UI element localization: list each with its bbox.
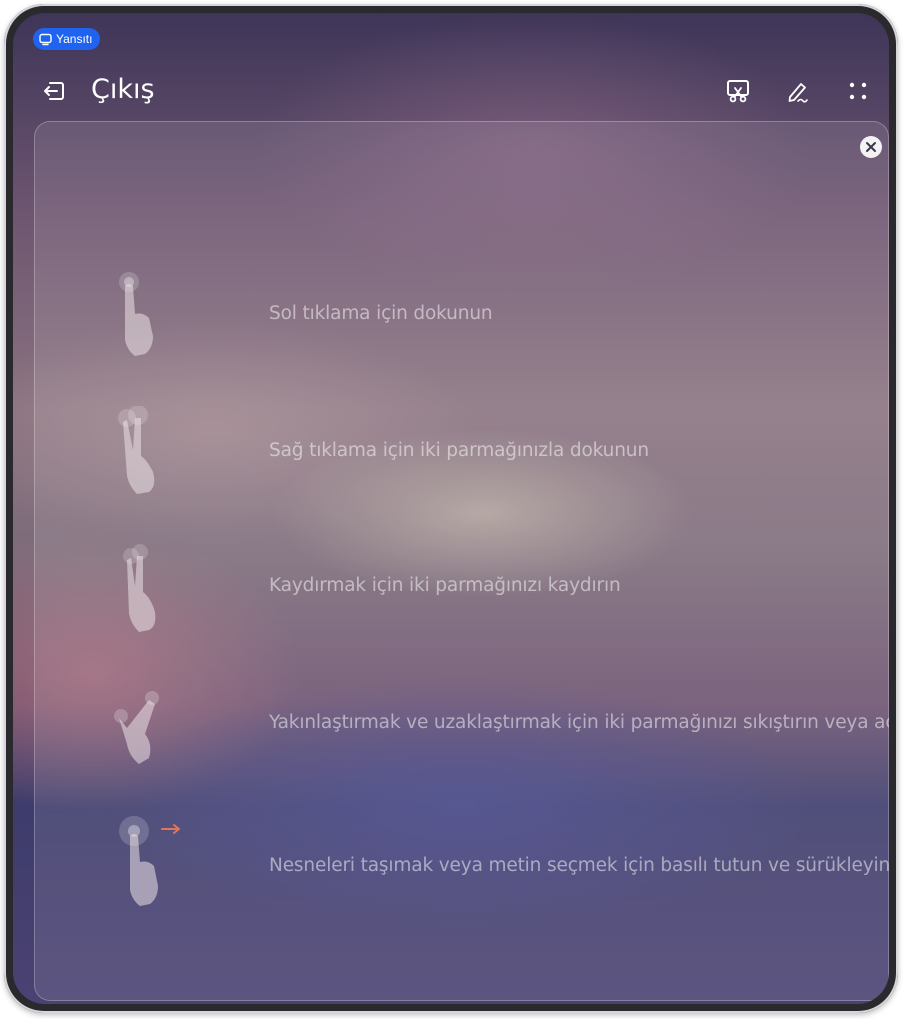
gesture-row-two-finger-tap: Sağ tıklama için iki parmağınızla dokunu…	[105, 406, 865, 506]
device-frame: Yansıtı Çıkış Sol tıklama için dokunun S…	[4, 4, 898, 1013]
pinch-icon	[114, 691, 159, 764]
close-button[interactable]	[860, 136, 882, 158]
gesture-label: Sol tıklama için dokunun	[269, 303, 493, 324]
gesture-label: Yakınlaştırmak ve uzaklaştırmak için iki…	[269, 712, 889, 733]
close-icon	[866, 142, 876, 152]
gesture-row-press-drag: Nesneleri taşımak veya metin seçmek için…	[105, 814, 889, 914]
gesture-label: Nesneleri taşımak veya metin seçmek için…	[269, 855, 889, 876]
two-finger-scroll-icon	[123, 544, 156, 632]
gesture-row-pinch: Yakınlaştırmak ve uzaklaştırmak için iki…	[105, 678, 889, 778]
two-finger-tap-icon	[118, 406, 155, 494]
screen: Yansıtı Çıkış Sol tıklama için dokunun S…	[13, 13, 889, 1004]
press-drag-icon	[119, 816, 180, 906]
gesture-row-tap: Sol tıklama için dokunun	[105, 270, 865, 370]
mirror-badge-label: Yansıtı	[56, 32, 93, 46]
gesture-label: Sağ tıklama için iki parmağınızla dokunu…	[269, 440, 649, 461]
cast-icon	[39, 33, 52, 45]
exit-label[interactable]: Çıkış	[91, 74, 155, 105]
more-icon[interactable]	[844, 77, 872, 105]
exit-icon[interactable]	[40, 77, 68, 105]
pen-icon[interactable]	[784, 77, 812, 105]
top-toolbar: Çıkış	[13, 65, 889, 115]
single-tap-icon	[119, 272, 153, 356]
screenshot-icon[interactable]	[724, 77, 752, 105]
gesture-guide-panel: Sol tıklama için dokunun Sağ tıklama içi…	[34, 121, 889, 1001]
gesture-label: Kaydırmak için iki parmağınızı kaydırın	[269, 575, 621, 596]
gesture-row-scroll: Kaydırmak için iki parmağınızı kaydırın	[105, 542, 865, 642]
mirror-status-badge[interactable]: Yansıtı	[33, 28, 101, 50]
